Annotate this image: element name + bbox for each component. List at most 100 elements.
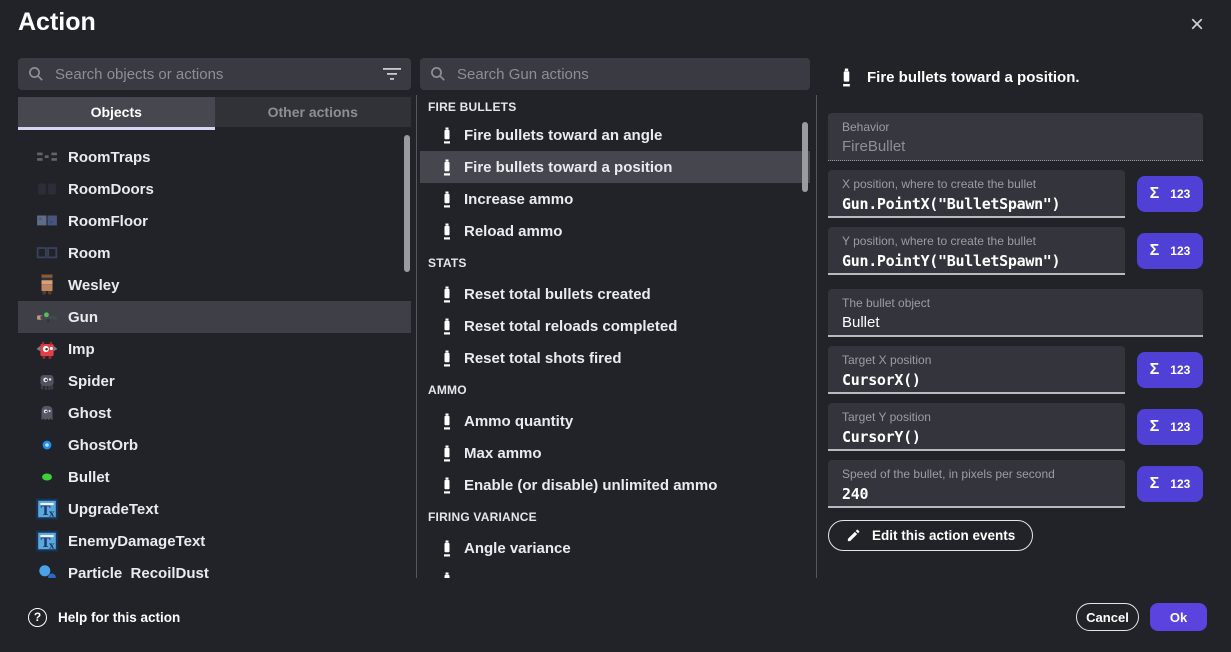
- action-label: Reset total bullets created: [464, 286, 651, 303]
- object-label: EnemyDamageText: [68, 533, 205, 550]
- field-label: The bullet object: [842, 296, 1189, 310]
- action-group-header: FIRING VARIANCE: [420, 501, 810, 532]
- action-label: Fire bullets toward an angle: [464, 127, 662, 144]
- action-item[interactable]: Increase ammo: [420, 183, 810, 215]
- object-item-roomfloor[interactable]: RoomFloor: [18, 205, 411, 237]
- field-value: Bullet: [842, 314, 1189, 332]
- spider-icon: [36, 370, 58, 392]
- ghost-icon: [36, 402, 58, 424]
- parameter-field[interactable]: Y position, where to create the bulletGu…: [828, 227, 1125, 275]
- object-item-ghostorb[interactable]: GhostOrb: [18, 429, 411, 461]
- action-item[interactable]: Reset total reloads completed: [420, 310, 810, 342]
- action-item[interactable]: Fire bullets toward an angle: [420, 119, 810, 151]
- search-icon: [430, 66, 446, 82]
- sigma-icon: Σ: [1150, 475, 1160, 493]
- help-label: Help for this action: [58, 610, 180, 625]
- expression-editor-button[interactable]: Σ123: [1137, 352, 1203, 388]
- parameter-field[interactable]: Target Y position CursorY(): [828, 403, 1125, 451]
- action-item[interactable]: Fire bullets toward a position: [420, 151, 810, 183]
- edit-action-events-button[interactable]: Edit this action events: [828, 520, 1033, 551]
- action-item[interactable]: Max ammo: [420, 437, 810, 469]
- actions-search-input[interactable]: [455, 65, 800, 84]
- search-icon: [28, 66, 44, 82]
- expression-editor-button[interactable]: Σ123: [1137, 176, 1203, 212]
- object-item-bullet[interactable]: Bullet: [18, 461, 411, 493]
- field-label: Target Y position: [842, 410, 1111, 424]
- action-label: Increase ammo: [464, 191, 573, 208]
- text-icon: Tx: [36, 498, 58, 520]
- tab-objects-label: Objects: [91, 104, 142, 120]
- action-item[interactable]: Enable (or disable) unlimited ammo: [420, 469, 810, 501]
- object-item-enemydamagetext[interactable]: TxEnemyDamageText: [18, 525, 411, 557]
- field-value: CursorY(): [842, 428, 1111, 446]
- parameter-field[interactable]: Target X positionCursorX(): [828, 346, 1125, 394]
- field-label: Target X position: [842, 353, 1111, 367]
- bullet-icon: [36, 466, 58, 488]
- action-item[interactable]: Reset total bullets created: [420, 278, 810, 310]
- action-group-header: FIRE BULLETS: [420, 95, 810, 119]
- bullet-icon: [443, 477, 451, 494]
- particle-icon: [36, 562, 58, 578]
- parameter-row: Target X positionCursorX() Σ123: [828, 346, 1203, 394]
- filter-icon[interactable]: [383, 67, 401, 81]
- bullet-icon: [443, 127, 451, 144]
- numbers-icon: 123: [1170, 244, 1190, 258]
- cancel-button[interactable]: Cancel: [1076, 603, 1139, 631]
- object-item-particle_recoildust[interactable]: Particle_RecoilDust: [18, 557, 411, 578]
- parameter-field[interactable]: X position, where to create the bulletGu…: [828, 170, 1125, 218]
- object-item-gun[interactable]: Gun: [18, 301, 411, 333]
- objects-search-input[interactable]: [53, 65, 374, 84]
- parameter-field[interactable]: The bullet object Bullet: [828, 289, 1203, 337]
- object-item-room[interactable]: Room: [18, 237, 411, 269]
- field-label: Behavior: [842, 120, 1189, 134]
- parameter-fields: Behavior FireBullet X position, where to c…: [828, 113, 1203, 551]
- action-item[interactable]: Angle variance: [420, 532, 810, 564]
- object-item-spider[interactable]: Spider: [18, 365, 411, 397]
- svg-text:x: x: [49, 541, 55, 552]
- sigma-icon: Σ: [1150, 242, 1160, 260]
- object-item-roomtraps[interactable]: RoomTraps: [18, 141, 411, 173]
- action-item[interactable]: Reload ammo: [420, 215, 810, 247]
- object-label: RoomDoors: [68, 181, 154, 198]
- numbers-icon: 123: [1170, 363, 1190, 377]
- object-label: Room: [68, 245, 111, 262]
- action-item[interactable]: Reset total shots fired: [420, 342, 810, 374]
- gun-icon: [36, 306, 58, 328]
- objects-scrollbar-thumb[interactable]: [404, 135, 410, 272]
- bullet-icon: [443, 159, 451, 176]
- bullet-icon: [443, 286, 451, 303]
- tab-other-actions[interactable]: Other actions: [215, 97, 412, 127]
- wesley-icon: [36, 274, 58, 296]
- object-item-imp[interactable]: Imp: [18, 333, 411, 365]
- field-value: FireBullet: [842, 138, 1189, 156]
- room-icon: [36, 242, 58, 264]
- object-label: Particle_RecoilDust: [68, 565, 209, 579]
- bullet-icon: [443, 191, 451, 208]
- expression-editor-button[interactable]: Σ 123: [1137, 233, 1203, 269]
- object-label: Wesley: [68, 277, 119, 294]
- help-link[interactable]: ? Help for this action: [28, 603, 180, 631]
- object-label: Ghost: [68, 405, 111, 422]
- object-item-roomdoors[interactable]: RoomDoors: [18, 173, 411, 205]
- object-item-ghost[interactable]: Ghost: [18, 397, 411, 429]
- ok-button[interactable]: Ok: [1150, 603, 1207, 631]
- object-item-upgradetext[interactable]: TxUpgradeText: [18, 493, 411, 525]
- action-item[interactable]: Ammo quantity: [420, 405, 810, 437]
- parameter-field[interactable]: Speed of the bullet, in pixels per secon…: [828, 460, 1125, 508]
- expression-editor-button[interactable]: Σ123: [1137, 466, 1203, 502]
- sigma-icon: Σ: [1150, 185, 1160, 203]
- object-label: RoomFloor: [68, 213, 148, 230]
- action-label: Enable (or disable) unlimited ammo: [464, 477, 717, 494]
- imp-icon: [36, 338, 58, 360]
- actions-scrollbar-thumb[interactable]: [802, 122, 808, 192]
- tab-objects[interactable]: Objects: [18, 97, 215, 127]
- action-item[interactable]: [420, 564, 810, 578]
- expression-editor-button[interactable]: Σ123: [1137, 409, 1203, 445]
- object-item-wesley[interactable]: Wesley: [18, 269, 411, 301]
- action-header-title: Fire bullets toward a position.: [867, 69, 1080, 86]
- edit-button-label: Edit this action events: [872, 528, 1015, 543]
- action-label: Max ammo: [464, 445, 542, 462]
- bullet-icon: [443, 540, 451, 557]
- close-icon[interactable]: ×: [1182, 10, 1212, 40]
- parameter-row: X position, where to create the bulletGu…: [828, 170, 1203, 218]
